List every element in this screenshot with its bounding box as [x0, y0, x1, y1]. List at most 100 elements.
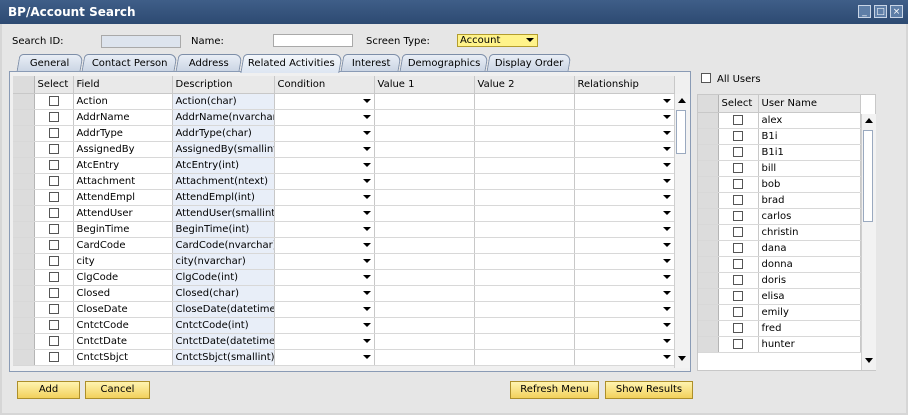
table-row[interactable]: BeginTime BeginTime(int): [13, 221, 675, 238]
user-select-cell[interactable]: [718, 176, 759, 193]
select-cell[interactable]: [34, 253, 74, 270]
relationship-dropdown[interactable]: [574, 125, 675, 142]
list-item[interactable]: bill: [698, 160, 861, 177]
row-header[interactable]: [13, 317, 35, 334]
relationship-dropdown[interactable]: [574, 173, 675, 190]
add-button[interactable]: Add: [17, 381, 80, 399]
condition-dropdown[interactable]: [274, 349, 375, 366]
table-row[interactable]: ClgCode ClgCode(int): [13, 269, 675, 286]
close-icon[interactable]: ×: [890, 5, 903, 18]
value1-input[interactable]: [374, 349, 475, 366]
value2-input[interactable]: [474, 93, 575, 110]
value2-input[interactable]: [474, 109, 575, 126]
relationship-dropdown[interactable]: [574, 253, 675, 270]
condition-dropdown[interactable]: [274, 189, 375, 206]
value2-input[interactable]: [474, 125, 575, 142]
user-select-cell[interactable]: [718, 208, 759, 225]
tab-related-activities[interactable]: Related Activities: [240, 54, 343, 73]
relationship-dropdown[interactable]: [574, 189, 675, 206]
condition-dropdown[interactable]: [274, 301, 375, 318]
row-header[interactable]: [13, 189, 35, 206]
row-header[interactable]: [13, 269, 35, 286]
value2-input[interactable]: [474, 173, 575, 190]
select-cell[interactable]: [34, 317, 74, 334]
user-select-cell[interactable]: [718, 144, 759, 161]
select-cell[interactable]: [34, 349, 74, 366]
user-select-cell[interactable]: [718, 112, 759, 129]
relationship-dropdown[interactable]: [574, 349, 675, 366]
select-cell[interactable]: [34, 237, 74, 254]
row-header[interactable]: [13, 333, 35, 350]
value1-input[interactable]: [374, 285, 475, 302]
row-header[interactable]: [13, 349, 35, 366]
value2-input[interactable]: [474, 253, 575, 270]
table-row[interactable]: CloseDate CloseDate(datetime): [13, 301, 675, 318]
scroll-thumb[interactable]: [676, 110, 686, 154]
value1-input[interactable]: [374, 125, 475, 142]
user-select-checkbox[interactable]: [733, 211, 743, 221]
row-header[interactable]: [13, 109, 35, 126]
user-select-checkbox[interactable]: [733, 291, 743, 301]
relationship-dropdown[interactable]: [574, 109, 675, 126]
value1-input[interactable]: [374, 205, 475, 222]
grid-scrollbar[interactable]: [674, 94, 690, 368]
tab-general[interactable]: General: [16, 54, 84, 72]
row-header[interactable]: [13, 237, 35, 254]
tab-display-order[interactable]: Display Order: [486, 54, 572, 72]
table-row[interactable]: Attachment Attachment(ntext): [13, 173, 675, 190]
value2-input[interactable]: [474, 301, 575, 318]
relationship-dropdown[interactable]: [574, 205, 675, 222]
user-select-checkbox[interactable]: [733, 179, 743, 189]
condition-dropdown[interactable]: [274, 269, 375, 286]
list-item[interactable]: fred: [698, 320, 861, 337]
row-header[interactable]: [13, 141, 35, 158]
row-header[interactable]: [698, 336, 719, 353]
condition-dropdown[interactable]: [274, 109, 375, 126]
table-row[interactable]: CntctCode CntctCode(int): [13, 317, 675, 334]
list-item[interactable]: bob: [698, 176, 861, 193]
scroll-down-icon[interactable]: [678, 356, 686, 361]
value2-input[interactable]: [474, 157, 575, 174]
row-header[interactable]: [13, 205, 35, 222]
select-checkbox[interactable]: [48, 288, 59, 298]
value1-input[interactable]: [374, 189, 475, 206]
value1-input[interactable]: [374, 301, 475, 318]
condition-dropdown[interactable]: [274, 285, 375, 302]
list-item[interactable]: B1i1: [698, 144, 861, 161]
condition-dropdown[interactable]: [274, 93, 375, 110]
user-select-checkbox[interactable]: [733, 147, 743, 157]
select-cell[interactable]: [34, 109, 74, 126]
select-checkbox[interactable]: [48, 112, 59, 122]
row-header[interactable]: [698, 240, 719, 257]
row-header[interactable]: [698, 208, 719, 225]
column-header-value1[interactable]: Value 1: [374, 76, 475, 94]
user-select-cell[interactable]: [718, 256, 759, 273]
select-cell[interactable]: [34, 269, 74, 286]
select-checkbox[interactable]: [48, 176, 59, 186]
condition-dropdown[interactable]: [274, 317, 375, 334]
row-header[interactable]: [698, 320, 719, 337]
table-row[interactable]: AttendEmpl AttendEmpl(int): [13, 189, 675, 206]
user-select-cell[interactable]: [718, 160, 759, 177]
condition-dropdown[interactable]: [274, 333, 375, 350]
maximize-icon[interactable]: □: [874, 5, 887, 18]
user-select-cell[interactable]: [718, 224, 759, 241]
row-header[interactable]: [698, 256, 719, 273]
row-header[interactable]: [698, 224, 719, 241]
user-select-cell[interactable]: [718, 336, 759, 353]
condition-dropdown[interactable]: [274, 253, 375, 270]
list-item[interactable]: doris: [698, 272, 861, 289]
column-header-value2[interactable]: Value 2: [474, 76, 575, 94]
show-results-button[interactable]: Show Results: [605, 381, 693, 399]
value1-input[interactable]: [374, 237, 475, 254]
relationship-dropdown[interactable]: [574, 237, 675, 254]
value1-input[interactable]: [374, 157, 475, 174]
relationship-dropdown[interactable]: [574, 301, 675, 318]
users-scroll-up-icon[interactable]: [865, 118, 873, 123]
select-cell[interactable]: [34, 221, 74, 238]
user-select-checkbox[interactable]: [733, 227, 743, 237]
select-checkbox[interactable]: [48, 128, 59, 138]
relationship-dropdown[interactable]: [574, 221, 675, 238]
table-row[interactable]: Closed Closed(char): [13, 285, 675, 302]
select-checkbox[interactable]: [48, 160, 59, 170]
